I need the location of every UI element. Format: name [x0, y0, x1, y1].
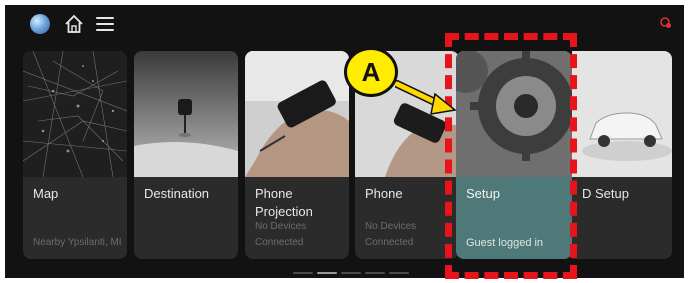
card-destination[interactable]: Destination — [134, 51, 238, 259]
connectivity-icon — [660, 17, 671, 28]
page-dot-active — [317, 272, 337, 274]
callout-badge: A — [344, 47, 398, 97]
page-dot — [293, 272, 313, 274]
highlight-box — [445, 33, 577, 279]
destination-image — [134, 51, 238, 177]
home-icon[interactable] — [63, 13, 85, 35]
card-vehicle-setup[interactable]: D Setup — [572, 51, 672, 259]
globe-icon[interactable] — [30, 14, 50, 34]
card-map[interactable]: Map Nearby Ypsilanti, MI — [23, 51, 127, 259]
page-dot — [389, 272, 409, 274]
phone-projection-image — [245, 51, 349, 177]
card-phone-title: Phone — [365, 186, 403, 201]
card-destination-title: Destination — [144, 186, 210, 201]
card-vehicle-setup-title: D Setup — [582, 186, 629, 201]
card-map-title: Map — [33, 186, 59, 201]
map-image — [23, 51, 127, 177]
card-phone-projection-title: Phone Projection — [255, 186, 313, 219]
infotainment-screen: Map Nearby Ypsilanti, MI Destination Pho… — [5, 5, 684, 278]
card-phone-projection-subtitle: No Devices Connected — [255, 221, 307, 248]
page-dot — [365, 272, 385, 274]
page-dot — [341, 272, 361, 274]
card-phone-projection[interactable]: Phone Projection No Devices Connected — [245, 51, 349, 259]
menu-icon[interactable] — [96, 14, 114, 32]
card-map-subtitle: Nearby Ypsilanti, MI — [33, 237, 122, 248]
card-phone-subtitle: No Devices Connected — [365, 221, 417, 248]
page-indicator — [293, 272, 413, 275]
vehicle-image — [572, 51, 672, 177]
callout-arrow — [395, 80, 457, 115]
top-bar — [5, 5, 684, 45]
